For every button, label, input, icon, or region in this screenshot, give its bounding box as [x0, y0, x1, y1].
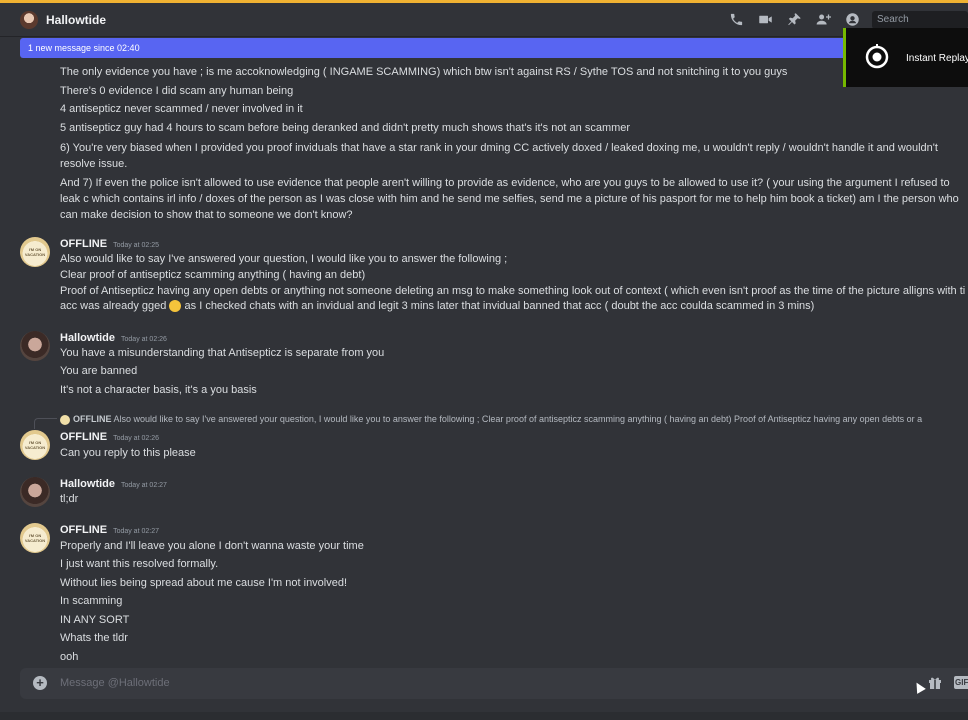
- message-composer[interactable]: + Message @Hallowtide GIF: [20, 668, 968, 699]
- add-attachment-icon[interactable]: +: [33, 676, 47, 690]
- laughing-emoji-icon: [169, 300, 182, 313]
- message-line: It's not a character basis, it's a you b…: [60, 384, 257, 396]
- message-line: Can you reply to this please: [60, 447, 196, 459]
- message-line: Whats the tldr: [60, 632, 128, 644]
- author-name[interactable]: OFFLINE: [60, 238, 107, 250]
- search-input[interactable]: Search: [872, 10, 968, 29]
- message-line: acc was already gged as I checked chats …: [60, 300, 968, 313]
- message-timestamp: Today at 02:26: [113, 435, 159, 442]
- profile-icon[interactable]: [843, 11, 861, 29]
- message-timestamp: Today at 02:26: [121, 336, 167, 343]
- message-timestamp: Today at 02:25: [113, 242, 159, 249]
- avatar-caption: I'M ON VACATION: [24, 247, 46, 257]
- message-author[interactable]: OFFLINE Today at 02:26: [60, 431, 159, 443]
- avatar[interactable]: I'M ON VACATION: [20, 430, 50, 460]
- message-input[interactable]: Message @Hallowtide: [60, 677, 170, 689]
- message-author[interactable]: OFFLINE Today at 02:27: [60, 524, 159, 536]
- message-line: Also would like to say I've answered you…: [60, 253, 508, 265]
- message-author[interactable]: OFFLINE Today at 02:25: [60, 238, 159, 250]
- message-line: IN ANY SORT: [60, 614, 130, 626]
- author-name[interactable]: Hallowtide: [60, 332, 115, 344]
- avatar[interactable]: [20, 331, 50, 361]
- message-line: And 7) If even the police isn't allowed …: [60, 177, 959, 221]
- message-line: You have a misunderstanding that Antisep…: [60, 347, 385, 359]
- avatar[interactable]: I'M ON VACATION: [20, 523, 50, 553]
- bottom-bar: [0, 712, 968, 720]
- message-line: In scamming: [60, 595, 123, 607]
- add-friend-icon[interactable]: [814, 11, 832, 29]
- message-line: 4 antisepticz never scammed / never invo…: [60, 103, 303, 115]
- message-line: There's 0 evidence I did scam any human …: [60, 85, 294, 97]
- video-icon[interactable]: [756, 11, 774, 29]
- gift-icon[interactable]: [928, 676, 942, 690]
- message-line: 5 antisepticz guy had 4 hours to scam be…: [60, 122, 631, 134]
- message-text: acc was already gged: [60, 300, 167, 312]
- avatar[interactable]: [20, 477, 50, 507]
- channel-header: Hallowtide Search: [0, 3, 968, 37]
- channel-title: Hallowtide: [46, 12, 107, 27]
- reply-avatar: [60, 414, 70, 425]
- message-line: ooh: [60, 651, 79, 663]
- message-line: You are banned: [60, 365, 138, 377]
- message-line: 6) You're very biased when I provided yo…: [60, 142, 938, 170]
- message-author[interactable]: Hallowtide Today at 02:26: [60, 332, 167, 344]
- author-name[interactable]: OFFLINE: [60, 431, 107, 443]
- gif-button[interactable]: GIF: [954, 676, 968, 689]
- reply-author: OFFLINE: [73, 414, 112, 424]
- pin-icon[interactable]: [785, 11, 803, 29]
- reply-text: Also would like to say I've answered you…: [113, 414, 923, 424]
- message-list[interactable]: The only evidence you have ; is me accok…: [0, 60, 968, 670]
- message-timestamp: Today at 02:27: [113, 528, 159, 535]
- avatar[interactable]: I'M ON VACATION: [20, 237, 50, 267]
- author-name[interactable]: Hallowtide: [60, 478, 115, 490]
- message-timestamp: Today at 02:27: [121, 482, 167, 489]
- message-line: I just want this resolved formally.: [60, 558, 219, 570]
- author-name[interactable]: OFFLINE: [60, 524, 107, 536]
- message-line: Properly and I'll leave you alone I don'…: [60, 540, 364, 552]
- avatar-caption: I'M ON VACATION: [24, 533, 46, 543]
- message-author[interactable]: Hallowtide Today at 02:27: [60, 478, 167, 490]
- avatar-caption: I'M ON VACATION: [24, 440, 46, 450]
- message-line: Without lies being spread about me cause…: [60, 577, 348, 589]
- message-line: The only evidence you have ; is me accok…: [60, 66, 788, 78]
- reply-connector: [34, 418, 57, 429]
- message-text: as I checked chats with an invidual and …: [184, 300, 815, 312]
- phone-call-icon[interactable]: [727, 11, 745, 29]
- message-line: Clear proof of antisepticz scamming anyt…: [60, 269, 366, 281]
- reply-preview[interactable]: OFFLINE Also would like to say I've answ…: [60, 414, 968, 425]
- message-line: tl;dr: [60, 493, 79, 505]
- new-messages-banner[interactable]: 1 new message since 02:40: [20, 38, 850, 58]
- dm-avatar[interactable]: [20, 10, 38, 29]
- message-line: Proof of Antisepticz having any open deb…: [60, 285, 966, 297]
